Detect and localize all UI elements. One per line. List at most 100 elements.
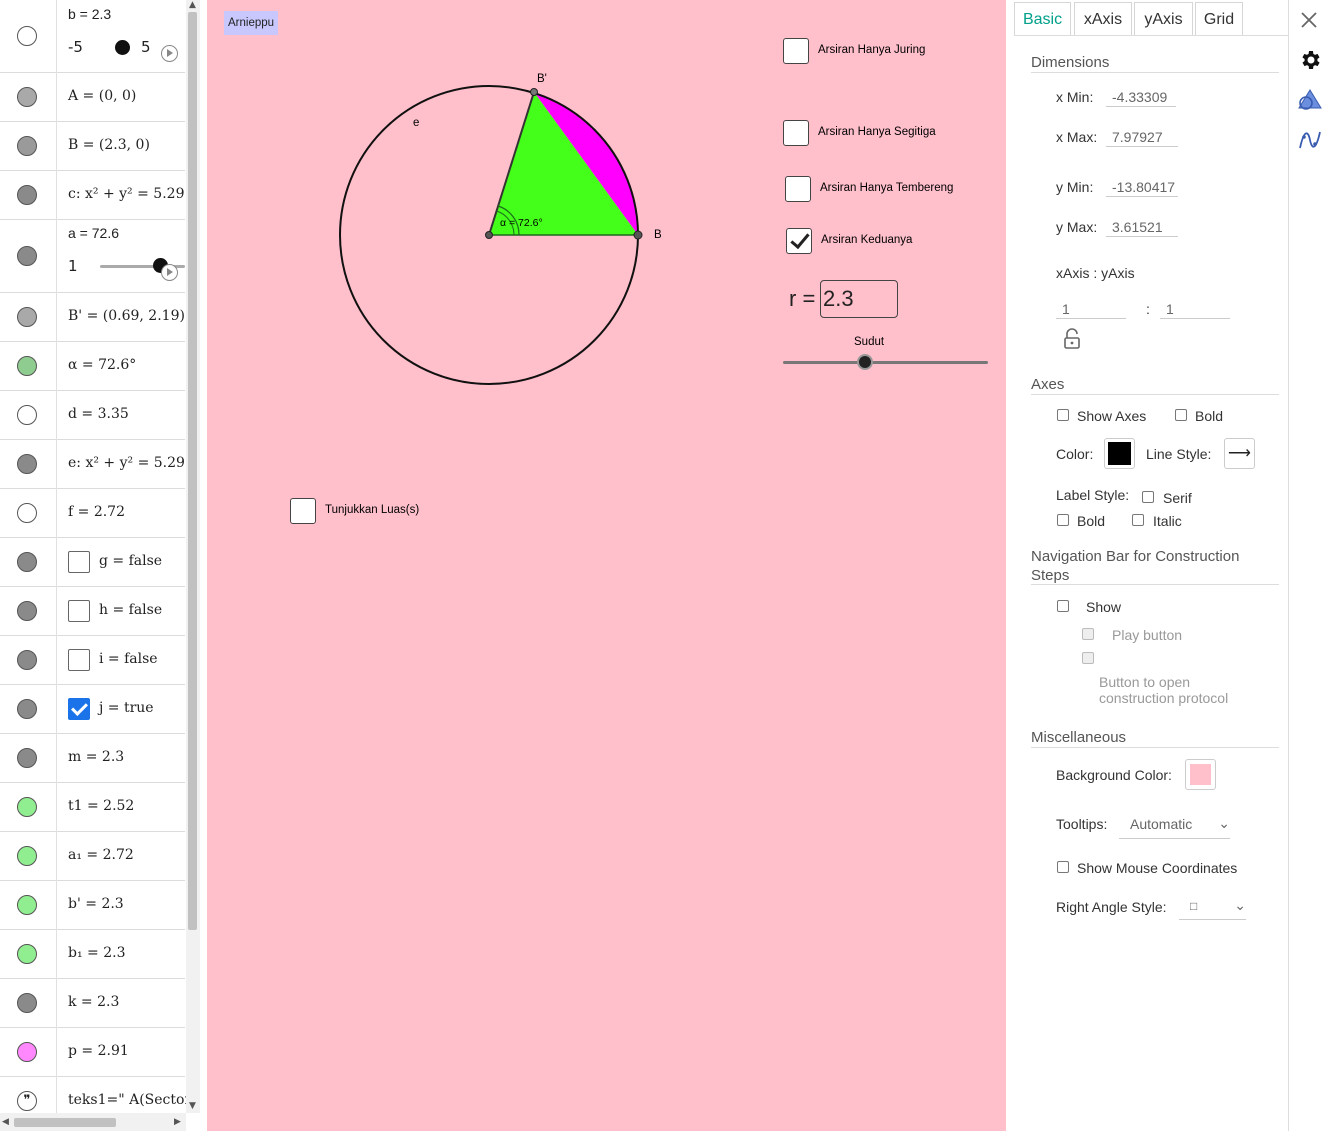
algebra-row-point-b-prime[interactable]: B' = (0.69, 2.19) <box>0 292 185 342</box>
algebra-row-boolean-j[interactable]: j = true <box>0 684 185 734</box>
label-bold-checkbox[interactable] <box>1057 514 1069 526</box>
visibility-marker[interactable] <box>17 86 37 107</box>
definition-text[interactable]: B = (2.3, 0) <box>68 137 150 153</box>
visibility-marker[interactable] <box>17 943 37 964</box>
visibility-marker[interactable] <box>17 184 37 205</box>
algebra-row-boolean-g[interactable]: g = false <box>0 537 185 587</box>
tab-grid[interactable]: Grid <box>1195 2 1243 35</box>
italic-checkbox[interactable] <box>1132 514 1144 526</box>
scroll-up-arrow[interactable]: ▲ <box>189 0 196 10</box>
definition-text[interactable]: b₁ = 2.3 <box>68 945 125 961</box>
visibility-marker[interactable] <box>17 796 37 817</box>
slider-knob[interactable] <box>857 354 873 370</box>
definition-text[interactable]: b' = 2.3 <box>68 896 124 912</box>
definition-text[interactable]: f = 2.72 <box>68 504 125 520</box>
definition-text[interactable]: a = 72.6 <box>68 225 119 241</box>
definition-text[interactable]: b = 2.3 <box>68 6 111 22</box>
shapes-icon[interactable] <box>1297 88 1323 112</box>
algebra-row-angle-alpha[interactable]: α = 72.6° <box>0 341 185 391</box>
algebra-row-slider-b[interactable]: b = 2.3 -5 5 <box>0 0 185 73</box>
definition-text[interactable]: g = false <box>99 553 162 569</box>
line-style-arrow-icon[interactable]: ⟶ <box>1224 438 1255 469</box>
boolean-checkbox[interactable] <box>68 550 90 573</box>
algebra-row-number-f[interactable]: f = 2.72 <box>0 488 185 538</box>
xmin-input[interactable]: -4.33309 <box>1106 89 1176 107</box>
definition-text[interactable]: B' = (0.69, 2.19) <box>68 308 185 324</box>
definition-text[interactable]: k = 2.3 <box>68 994 119 1010</box>
graphics-view[interactable]: Arnieppu B' B e α = 72.6° Arsiran Hanya … <box>207 0 1006 1131</box>
background-color-button[interactable] <box>1185 759 1216 790</box>
angle-slider[interactable] <box>783 352 988 372</box>
visibility-marker[interactable] <box>17 600 37 621</box>
visibility-marker[interactable] <box>17 404 37 425</box>
boolean-checkbox[interactable] <box>68 648 90 671</box>
definition-text[interactable]: h = false <box>99 602 162 618</box>
mouse-coords-checkbox[interactable] <box>1057 861 1069 873</box>
visibility-marker[interactable] <box>17 992 37 1013</box>
visibility-marker[interactable] <box>17 1041 37 1062</box>
definition-text[interactable]: i = false <box>99 651 158 667</box>
unlock-icon[interactable] <box>1063 328 1081 350</box>
axes-color-button[interactable] <box>1104 438 1135 469</box>
point-b-prime[interactable] <box>530 88 538 96</box>
checkbox-shade-triangle[interactable] <box>783 120 809 146</box>
tab-yaxis[interactable]: yAxis <box>1134 2 1193 35</box>
checkbox-show-area[interactable] <box>290 498 316 524</box>
definition-text[interactable]: m = 2.3 <box>68 749 124 765</box>
algebra-row-boolean-i[interactable]: i = false <box>0 635 185 685</box>
close-icon[interactable] <box>1300 11 1318 29</box>
visibility-marker[interactable] <box>17 306 37 327</box>
visibility-marker[interactable] <box>17 245 37 266</box>
definition-text[interactable]: p = 2.91 <box>68 1043 129 1059</box>
definition-text[interactable]: teks1=" A(Sector)≈" <box>68 1092 200 1108</box>
point-a[interactable] <box>485 231 493 239</box>
visibility-marker[interactable] <box>17 698 37 719</box>
scrollbar-thumb[interactable] <box>188 12 197 930</box>
ratio-x-input[interactable]: 1 <box>1056 301 1126 319</box>
algebra-row-point-a[interactable]: A = (0, 0) <box>0 72 185 122</box>
geometry-canvas[interactable] <box>207 0 1006 1131</box>
checkbox-shade-both[interactable] <box>786 228 812 254</box>
definition-text[interactable]: A = (0, 0) <box>68 88 136 104</box>
visibility-marker[interactable] <box>17 26 37 46</box>
definition-text[interactable]: a₁ = 2.72 <box>68 847 134 863</box>
nav-show-checkbox[interactable] <box>1057 600 1069 612</box>
algebra-row-number-a1[interactable]: a₁ = 2.72 <box>0 831 185 881</box>
algebra-row-number-m[interactable]: m = 2.3 <box>0 733 185 783</box>
definition-text[interactable]: t1 = 2.52 <box>68 798 134 814</box>
right-angle-select[interactable]: □ ⌄ <box>1179 897 1246 920</box>
checkbox-shade-segment[interactable] <box>785 176 811 202</box>
checkbox-shade-sector[interactable] <box>783 38 809 64</box>
play-icon[interactable] <box>161 264 178 281</box>
visibility-marker[interactable] <box>17 453 37 474</box>
algebra-row-number-b-prime[interactable]: b' = 2.3 <box>0 880 185 930</box>
visibility-marker[interactable] <box>17 551 37 572</box>
visibility-marker[interactable] <box>17 649 37 670</box>
algebra-row-number-p[interactable]: p = 2.91 <box>0 1027 185 1077</box>
tooltips-select[interactable]: Automatic ⌄ <box>1119 815 1230 839</box>
algebra-row-circle-e[interactable]: e: x² + y² = 5.29 <box>0 439 185 489</box>
gear-icon[interactable] <box>1298 48 1322 72</box>
scroll-left-arrow[interactable]: ◀ <box>2 1117 9 1127</box>
tab-xaxis[interactable]: xAxis <box>1074 2 1132 35</box>
r-input-field[interactable]: 2.3 <box>820 280 898 318</box>
algebra-row-number-d[interactable]: d = 3.35 <box>0 390 185 440</box>
visibility-marker[interactable] <box>17 135 37 156</box>
algebra-row-point-b[interactable]: B = (2.3, 0) <box>0 121 185 171</box>
definition-text[interactable]: j = true <box>99 700 154 716</box>
quote-icon[interactable]: ❞ <box>17 1090 37 1111</box>
visibility-marker[interactable] <box>17 894 37 915</box>
visibility-marker[interactable] <box>17 845 37 866</box>
play-button-checkbox[interactable] <box>1082 628 1094 640</box>
scroll-down-arrow[interactable]: ▼ <box>189 1101 196 1111</box>
algebra-row-number-b1[interactable]: b₁ = 2.3 <box>0 929 185 979</box>
graph-curve-icon[interactable] <box>1298 128 1322 152</box>
algebra-row-boolean-h[interactable]: h = false <box>0 586 185 636</box>
definition-text[interactable]: c: x² + y² = 5.29 <box>68 186 184 202</box>
boolean-checkbox[interactable] <box>68 599 90 622</box>
ymax-input[interactable]: 3.61521 <box>1106 219 1178 237</box>
visibility-marker[interactable] <box>17 355 37 376</box>
protocol-button-checkbox[interactable] <box>1082 652 1094 664</box>
algebra-vertical-scrollbar[interactable]: ▲ ▼ <box>186 0 200 1113</box>
ymin-input[interactable]: -13.80417 <box>1106 179 1178 197</box>
